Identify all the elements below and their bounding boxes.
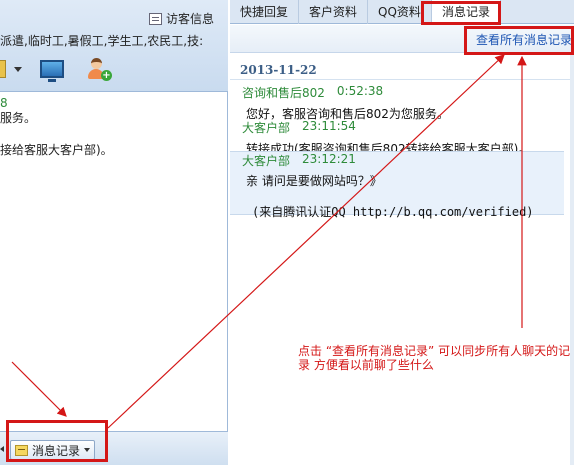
annotation-arrows (11, 54, 527, 429)
arrow-to-view-all (107, 54, 505, 429)
arrow-to-record-button (11, 361, 67, 417)
